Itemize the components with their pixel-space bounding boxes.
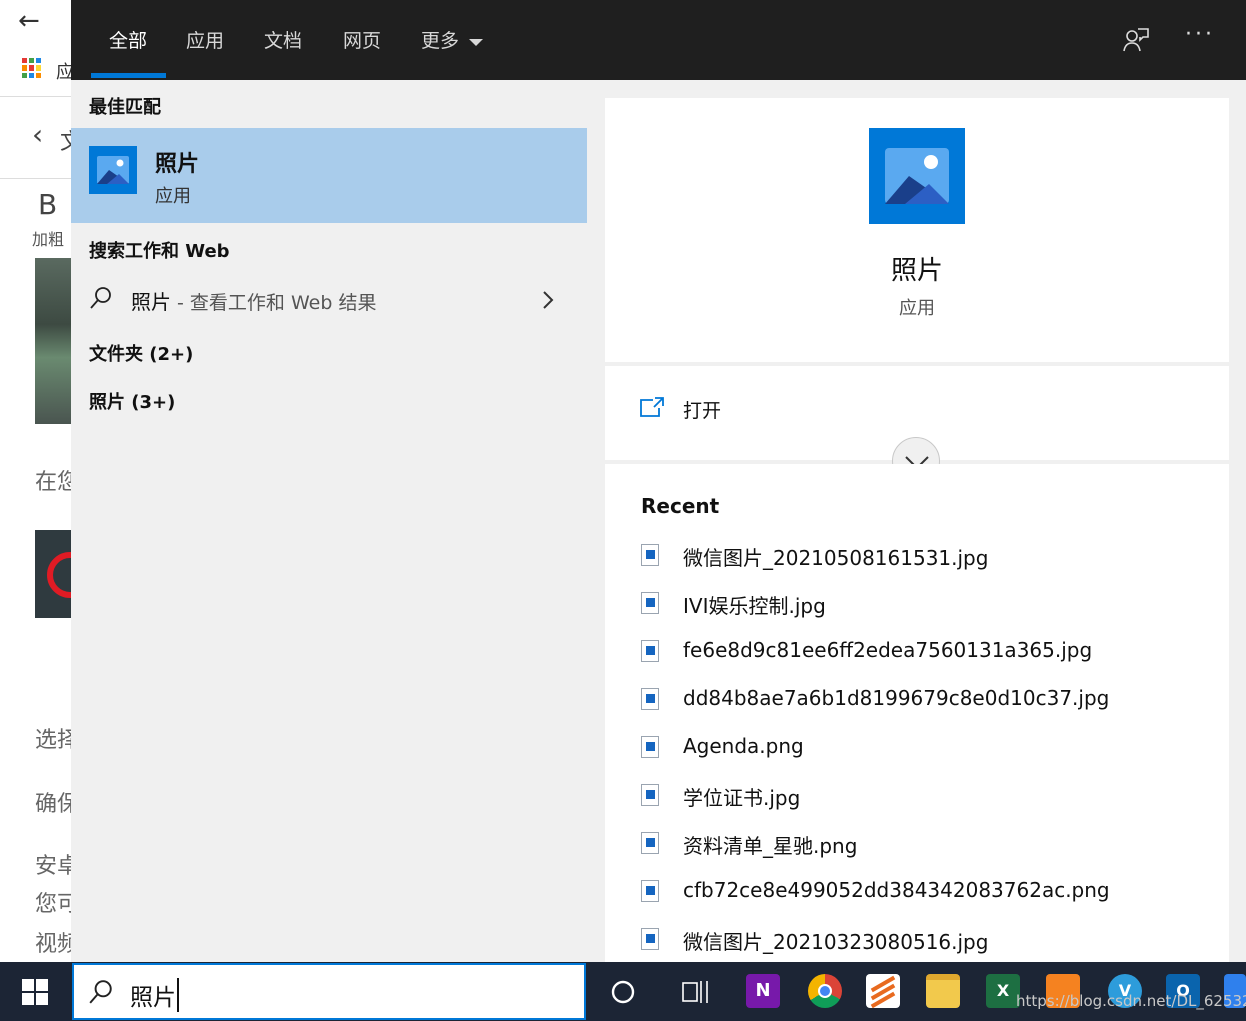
- recent-file-name: IVI娱乐控制.jpg: [683, 594, 826, 618]
- recent-file-name: 资料清单_星驰.png: [683, 834, 858, 858]
- body-text-fragment: 确保: [35, 792, 71, 817]
- recent-file[interactable]: IVI娱乐控制.jpg: [641, 590, 1201, 620]
- recent-file-name: 学位证书.jpg: [683, 786, 801, 810]
- feedback-icon[interactable]: [1123, 27, 1149, 53]
- caret-down-icon: [469, 38, 484, 46]
- recent-file-name: dd84b8ae7a6b1d8199679c8e0d10c37.jpg: [683, 686, 1110, 710]
- search-icon: [90, 287, 111, 309]
- recent-file-name: cfb72ce8e499052dd384342083762ac.png: [683, 878, 1110, 902]
- cortana-icon[interactable]: [610, 979, 636, 1005]
- body-text-fragment: 您可: [35, 892, 71, 917]
- image-file-icon: [641, 880, 659, 902]
- photos-app-large-icon: [869, 128, 965, 224]
- search-scope-bar: 全部 应用 文档 网页 更多 ···: [71, 0, 1246, 80]
- search-icon: [89, 980, 112, 1004]
- open-label: 打开: [683, 400, 722, 422]
- open-action[interactable]: 打开: [639, 392, 839, 426]
- tab-all[interactable]: 全部: [109, 26, 147, 53]
- body-text-fragment: 视频: [35, 932, 71, 957]
- folders-group[interactable]: 文件夹 (2+): [89, 340, 193, 366]
- task-view-icon[interactable]: [682, 979, 710, 1005]
- body-text-fragment: 在您: [35, 470, 71, 495]
- app-preview-card: 照片 应用: [605, 98, 1229, 362]
- apps-grid-icon[interactable]: [22, 58, 42, 78]
- photos-group[interactable]: 照片 (3+): [89, 388, 175, 414]
- recent-file[interactable]: fe6e8d9c81ee6ff2edea7560131a365.jpg: [641, 638, 1201, 668]
- bold-button-label: 加粗: [32, 230, 65, 249]
- recent-file[interactable]: Agenda.png: [641, 734, 1201, 764]
- active-tab-indicator: [91, 73, 166, 78]
- recent-file-name: Agenda.png: [683, 734, 804, 758]
- recent-file-name: 微信图片_20210323080516.jpg: [683, 930, 989, 954]
- best-match-result[interactable]: 照片 应用: [71, 128, 587, 223]
- open-external-icon: [640, 397, 664, 417]
- recent-file[interactable]: dd84b8ae7a6b1d8199679c8e0d10c37.jpg: [641, 686, 1201, 716]
- photos-app-icon: [89, 146, 137, 194]
- recent-file[interactable]: 学位证书.jpg: [641, 782, 1201, 812]
- image-file-icon: [641, 640, 659, 662]
- watermark: https://blog.csdn.net/DL_62532: [1016, 992, 1246, 1010]
- recent-card: Recent 微信图片_20210508161531.jpg IVI娱乐控制.j…: [605, 464, 1229, 962]
- windows-start-icon[interactable]: [22, 979, 48, 1005]
- web-query-suffix: - 查看工作和 Web 结果: [171, 292, 377, 314]
- tab-more-label: 更多: [421, 30, 460, 52]
- image-file-icon: [641, 592, 659, 614]
- recent-header: Recent: [641, 494, 720, 518]
- taskbar-search-box[interactable]: 照片: [72, 963, 586, 1020]
- recent-file[interactable]: cfb72ce8e499052dd384342083762ac.png: [641, 878, 1201, 908]
- recent-file-name: fe6e8d9c81ee6ff2edea7560131a365.jpg: [683, 638, 1093, 662]
- recent-file[interactable]: 微信图片_20210508161531.jpg: [641, 542, 1201, 572]
- onenote-icon[interactable]: N: [746, 974, 780, 1008]
- chevron-right-icon: [543, 291, 554, 309]
- image-file-icon: [641, 832, 659, 854]
- web-search-result[interactable]: 照片 - 查看工作和 Web 结果: [71, 272, 587, 316]
- background-app: ← 应 ‹ 文 B 加粗 在您 选择 确保 安卓 您可 视频: [0, 0, 71, 962]
- heading-fragment: 文: [60, 124, 71, 156]
- back-arrow-icon[interactable]: ←: [18, 6, 40, 36]
- image-file-icon: [641, 784, 659, 806]
- image-file-icon: [641, 544, 659, 566]
- preview-app-name: 照片: [890, 256, 943, 286]
- search-input[interactable]: 照片: [130, 978, 179, 1012]
- tab-apps[interactable]: 应用: [186, 26, 224, 53]
- best-match-type: 应用: [155, 186, 191, 207]
- taskbar: 照片 N X V O https://blog.csdn.net/DL_6253…: [0, 962, 1246, 1021]
- bold-icon[interactable]: B: [38, 188, 57, 221]
- body-text-fragment: 选择: [35, 728, 71, 753]
- tab-more[interactable]: 更多: [421, 26, 484, 53]
- recent-file[interactable]: 微信图片_20210323080516.jpg: [641, 926, 1201, 956]
- web-query: 照片: [131, 290, 171, 314]
- results-pane: 最佳匹配 照片 应用 搜索工作和 Web 照片 - 查看工作和 Web 结果 文…: [71, 80, 589, 962]
- image-file-icon: [641, 928, 659, 950]
- body-text-fragment: 安卓: [35, 854, 71, 879]
- file-explorer-icon[interactable]: [926, 974, 960, 1008]
- best-match-name: 照片: [155, 152, 200, 177]
- chevron-left-icon[interactable]: ‹: [32, 118, 43, 151]
- image-file-icon: [641, 688, 659, 710]
- preview-app-type: 应用: [899, 298, 935, 319]
- tab-documents[interactable]: 文档: [264, 26, 302, 53]
- chrome-icon[interactable]: [808, 974, 842, 1008]
- web-search-header: 搜索工作和 Web: [89, 241, 230, 262]
- recent-file-name: 微信图片_20210508161531.jpg: [683, 546, 989, 570]
- tab-web[interactable]: 网页: [343, 26, 381, 53]
- recent-file[interactable]: 资料清单_星驰.png: [641, 830, 1201, 860]
- image-thumbnail-2: [35, 530, 71, 618]
- app-icon[interactable]: [866, 974, 900, 1008]
- image-thumbnail: [35, 258, 71, 424]
- app-label-fragment: 应: [56, 62, 71, 83]
- best-match-header: 最佳匹配: [89, 97, 161, 118]
- preview-pane: 照片 应用 打开 Recent 微信图片_20210508161531.jpg …: [589, 80, 1246, 962]
- image-file-icon: [641, 736, 659, 758]
- more-options-icon[interactable]: ···: [1185, 22, 1215, 47]
- excel-icon[interactable]: X: [986, 974, 1020, 1008]
